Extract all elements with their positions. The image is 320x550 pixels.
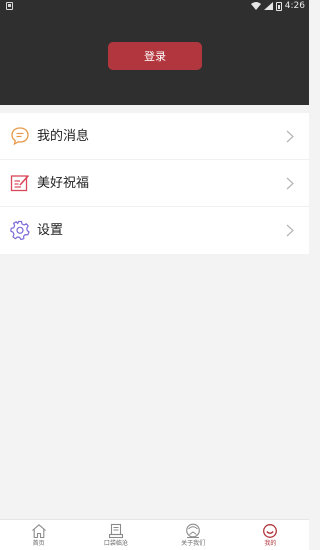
nav-item-profile[interactable]: 我的 [232, 520, 309, 550]
status-bar: 4:26 [0, 0, 309, 12]
menu-item-label: 我的消息 [37, 129, 90, 144]
notification-icon [6, 2, 13, 10]
menu-item-label: 设置 [37, 223, 64, 238]
nav-label: 口袋临沧 [103, 540, 128, 547]
login-button[interactable]: 登录 [108, 42, 202, 70]
status-time: 4:26 [284, 1, 305, 11]
nav-label: 我的 [264, 540, 277, 547]
profile-icon [263, 524, 278, 538]
chevron-right-icon [286, 224, 294, 237]
nav-label: 关于我们 [181, 540, 206, 547]
status-right: 4:26 [250, 0, 305, 12]
profile-header: 登录 [0, 12, 309, 105]
chevron-right-icon [286, 130, 294, 143]
nav-item-pocket[interactable]: 口袋临沧 [77, 520, 154, 550]
menu-item-blessings[interactable]: 美好祝福 [0, 160, 309, 207]
nav-item-home[interactable]: 首页 [0, 520, 77, 550]
about-icon [186, 523, 200, 539]
blessing-icon [10, 174, 30, 192]
menu-item-settings[interactable]: 设置 [0, 207, 309, 254]
home-icon [31, 524, 46, 539]
pocket-icon [108, 523, 123, 539]
nav-item-about[interactable]: 关于我们 [155, 520, 232, 550]
signal-icon [263, 2, 273, 10]
settings-icon [10, 220, 30, 240]
nav-label: 首页 [32, 540, 45, 547]
message-icon [11, 127, 29, 146]
menu-item-messages[interactable]: 我的消息 [0, 113, 309, 160]
chevron-right-icon [286, 177, 294, 190]
menu-list: 我的消息 美好祝福 设置 [0, 113, 309, 254]
bottom-nav: 首页 口袋临沧 关于我们 我的 [0, 519, 309, 550]
menu-item-label: 美好祝福 [37, 176, 90, 191]
battery-icon [275, 1, 282, 11]
wifi-icon [250, 2, 261, 10]
